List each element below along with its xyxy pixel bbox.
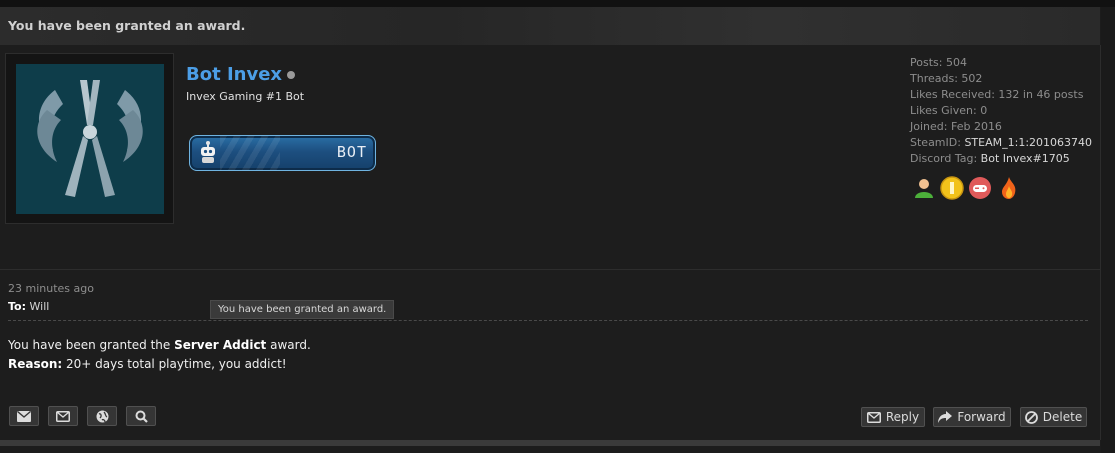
- message-timestamp[interactable]: 23 minutes ago: [8, 282, 94, 295]
- delete-button[interactable]: Delete: [1020, 407, 1087, 427]
- recipient-link[interactable]: Will: [30, 300, 50, 313]
- stat-likes-received: Likes Received: 132 in 46 posts: [910, 88, 1084, 101]
- gamepad-icon[interactable]: [968, 176, 992, 204]
- top-strip: [0, 0, 1115, 7]
- globe-icon: [96, 410, 108, 422]
- stat-joined: Joined: Feb 2016: [910, 120, 1002, 133]
- page-edge: [1101, 7, 1115, 453]
- envelope-filled-icon: [17, 410, 31, 422]
- dashed-divider: [8, 320, 1088, 321]
- robot-icon: [201, 141, 215, 163]
- stat-steamid: SteamID: STEAM_1:1:201063740: [910, 136, 1093, 149]
- user-stats: Posts: 504 Threads: 502 Likes Received: …: [910, 55, 1092, 167]
- reply-label: Reply: [885, 410, 920, 424]
- gold-coin-icon[interactable]: [940, 176, 964, 204]
- rank-label: BOT: [336, 143, 367, 161]
- user-title: Invex Gaming #1 Bot: [186, 90, 305, 103]
- envelope-outline-icon: [56, 410, 70, 422]
- section-divider: [0, 269, 1100, 270]
- stat-discord-tag: Discord Tag: Bot Invex#1705: [910, 152, 1070, 165]
- message-title: You have been granted an award.: [8, 18, 246, 33]
- forward-button[interactable]: Forward: [933, 407, 1011, 427]
- bottom-border: [0, 440, 1100, 446]
- banner-stripe: [220, 136, 280, 170]
- message-panel: Bot Invex Invex Gaming #1 Bot BOT Posts:…: [0, 45, 1101, 440]
- avatar-frame[interactable]: [5, 53, 174, 224]
- search-icon: [135, 410, 148, 423]
- message-header: You have been granted an award.: [0, 7, 1100, 46]
- search-button[interactable]: [126, 406, 156, 426]
- forward-label: Forward: [957, 410, 1006, 424]
- stat-likes-given: Likes Given: 0: [910, 104, 988, 117]
- delete-label: Delete: [1042, 410, 1083, 424]
- email-button[interactable]: [48, 406, 78, 426]
- share-arrow-icon: [938, 411, 953, 423]
- counter-terrorist-logo-icon: [37, 80, 143, 197]
- fire-icon[interactable]: [998, 176, 1020, 204]
- website-button[interactable]: [87, 406, 117, 426]
- stat-threads: Threads: 502: [910, 72, 983, 85]
- message-line-award: You have been granted the Server Addict …: [8, 338, 311, 352]
- message-line-reason: Reason: 20+ days total playtime, you add…: [8, 357, 287, 371]
- ban-icon: [1024, 410, 1038, 424]
- recipient-line: To: Will: [8, 300, 49, 313]
- reply-envelope-icon: [866, 411, 881, 423]
- user-green-icon[interactable]: [912, 176, 936, 204]
- send-message-button[interactable]: [9, 406, 39, 426]
- tooltip: You have been granted an award.: [210, 300, 395, 319]
- avatar[interactable]: [16, 64, 164, 214]
- username-link[interactable]: Bot Invex: [186, 64, 282, 85]
- reply-button[interactable]: Reply: [861, 407, 925, 427]
- online-status-icon: [287, 71, 295, 79]
- rank-banner: BOT: [189, 135, 376, 171]
- award-name: Server Addict: [174, 338, 267, 352]
- reason-label: Reason:: [8, 357, 63, 371]
- stat-posts: Posts: 504: [910, 56, 967, 69]
- recipient-label: To:: [8, 300, 26, 313]
